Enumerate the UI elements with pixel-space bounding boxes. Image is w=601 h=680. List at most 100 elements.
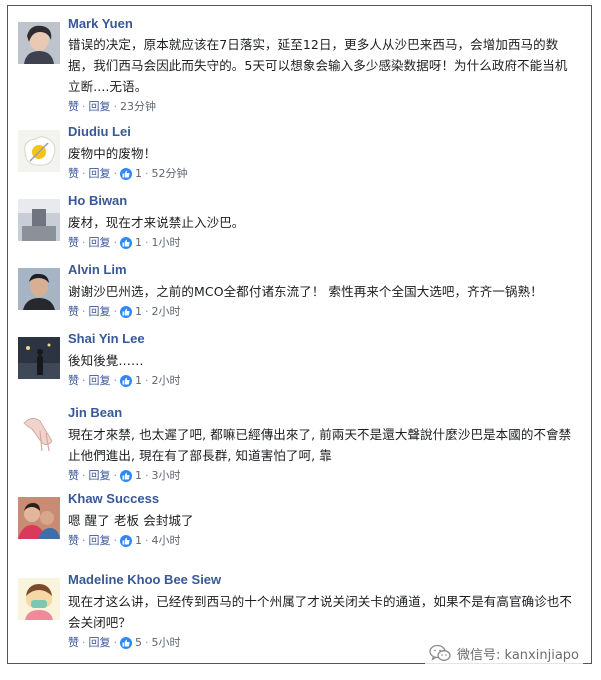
- comment-actions: 赞 · 回复 · 1 · 3小时: [68, 468, 579, 484]
- like-reaction-icon[interactable]: [120, 637, 132, 649]
- avatar-image: [18, 268, 60, 310]
- separator: ·: [113, 167, 118, 180]
- comment-text: 谢谢沙巴州选，之前的MCO全都付诸东流了！ 索性再来个全国大选吧，齐齐一锅熟！: [68, 284, 543, 299]
- avatar[interactable]: [18, 337, 60, 379]
- comment-text: 废物中的废物！: [68, 146, 157, 161]
- comment-text: 現在才來禁, 也太遲了吧, 都嘛已經傳出來了, 前兩天不是還大聲說什麼沙巴是本國…: [68, 427, 572, 463]
- commenter-name[interactable]: Jin Bean: [68, 405, 579, 421]
- avatar-image: [18, 337, 60, 379]
- separator: ·: [145, 469, 149, 482]
- like-count: 1: [135, 534, 142, 547]
- like-count: 5: [135, 636, 142, 649]
- timestamp[interactable]: 4小时: [152, 533, 181, 549]
- comment-text: 废材，现在才来说禁止入沙巴。: [68, 215, 245, 230]
- like-link[interactable]: 赞: [68, 468, 79, 484]
- comment-body: Diudiu Lei 废物中的废物！ 赞 · 回复 · 1 · 52分钟: [68, 124, 579, 182]
- reply-link[interactable]: 回复: [89, 166, 111, 182]
- separator: ·: [145, 636, 149, 649]
- separator: ·: [82, 636, 86, 649]
- separator: ·: [145, 374, 149, 387]
- wechat-icon: [429, 644, 451, 661]
- like-reaction-icon[interactable]: [120, 306, 132, 318]
- commenter-name[interactable]: Shai Yin Lee: [68, 331, 579, 347]
- like-count: 1: [135, 305, 142, 318]
- reply-link[interactable]: 回复: [89, 635, 111, 651]
- separator: ·: [113, 236, 118, 249]
- like-reaction-icon[interactable]: [120, 168, 132, 180]
- comment-body: Ho Biwan 废材，现在才来说禁止入沙巴。 赞 · 回复 · 1 · 1小时: [68, 193, 579, 251]
- like-link[interactable]: 赞: [68, 235, 79, 251]
- separator: ·: [145, 236, 149, 249]
- avatar[interactable]: [18, 268, 60, 310]
- separator: ·: [113, 374, 118, 387]
- commenter-name[interactable]: Ho Biwan: [68, 193, 579, 209]
- separator: ·: [145, 534, 149, 547]
- like-reaction-icon[interactable]: [120, 375, 132, 387]
- timestamp[interactable]: 23分钟: [120, 99, 156, 115]
- commenter-name[interactable]: Madeline Khoo Bee Siew: [68, 572, 579, 588]
- commenter-name[interactable]: Khaw Success: [68, 491, 579, 507]
- separator: ·: [82, 100, 86, 113]
- comment-actions: 赞 · 回复 · 1 · 1小时: [68, 235, 579, 251]
- avatar[interactable]: [18, 199, 60, 241]
- separator: ·: [145, 167, 149, 180]
- separator: ·: [82, 305, 86, 318]
- wechat-watermark: 微信号: kanxinjiapo: [425, 642, 583, 664]
- reply-link[interactable]: 回复: [89, 304, 111, 320]
- like-link[interactable]: 赞: [68, 166, 79, 182]
- like-count: 1: [135, 167, 142, 180]
- reply-link[interactable]: 回复: [89, 468, 111, 484]
- avatar-image: [18, 578, 60, 620]
- avatar[interactable]: [18, 578, 60, 620]
- comment-body: Shai Yin Lee 後知後覺…… 赞 · 回复 · 1 · 2小时: [68, 331, 579, 389]
- comment-text: 後知後覺……: [68, 353, 144, 368]
- reply-link[interactable]: 回复: [89, 373, 111, 389]
- comment-body: Jin Bean 現在才來禁, 也太遲了吧, 都嘛已經傳出來了, 前兩天不是還大…: [68, 405, 579, 484]
- avatar-image: [18, 22, 60, 64]
- comment-body: Madeline Khoo Bee Siew 现在才这么讲，已经传到西马的十个州…: [68, 572, 579, 651]
- watermark-label: 微信号: kanxinjiapo: [457, 647, 579, 663]
- separator: ·: [113, 534, 118, 547]
- comment-text: 嗯 醒了 老板 会封城了: [68, 513, 194, 528]
- commenter-name[interactable]: Alvin Lim: [68, 262, 579, 278]
- comment-body: Mark Yuen 错误的决定，原本就应该在7日落实，延至12日，更多人从沙巴来…: [68, 16, 579, 115]
- separator: ·: [145, 305, 149, 318]
- separator: ·: [113, 305, 118, 318]
- avatar[interactable]: [18, 497, 60, 539]
- separator: ·: [113, 100, 118, 113]
- avatar[interactable]: [18, 130, 60, 172]
- separator: ·: [82, 236, 86, 249]
- like-reaction-icon[interactable]: [120, 535, 132, 547]
- timestamp[interactable]: 3小时: [152, 468, 181, 484]
- timestamp[interactable]: 1小时: [152, 235, 181, 251]
- comment-actions: 赞 · 回复 · 23分钟: [68, 99, 579, 115]
- commenter-name[interactable]: Mark Yuen: [68, 16, 579, 32]
- reply-link[interactable]: 回复: [89, 235, 111, 251]
- separator: ·: [82, 469, 86, 482]
- avatar[interactable]: [18, 411, 60, 453]
- comment-text: 错误的决定，原本就应该在7日落实，延至12日，更多人从沙巴来西马，会增加西马的数…: [68, 37, 568, 94]
- separator: ·: [113, 636, 118, 649]
- avatar-image: [18, 497, 60, 539]
- comment-actions: 赞 · 回复 · 1 · 2小时: [68, 304, 579, 320]
- comment-body: Khaw Success 嗯 醒了 老板 会封城了 赞 · 回复 · 1 · 4…: [68, 491, 579, 549]
- like-link[interactable]: 赞: [68, 533, 79, 549]
- like-link[interactable]: 赞: [68, 99, 79, 115]
- separator: ·: [82, 167, 86, 180]
- timestamp[interactable]: 52分钟: [152, 166, 188, 182]
- like-count: 1: [135, 374, 142, 387]
- reply-link[interactable]: 回复: [89, 533, 111, 549]
- like-link[interactable]: 赞: [68, 304, 79, 320]
- timestamp[interactable]: 2小时: [152, 373, 181, 389]
- reply-link[interactable]: 回复: [89, 99, 111, 115]
- timestamp[interactable]: 2小时: [152, 304, 181, 320]
- timestamp[interactable]: 5小时: [152, 635, 181, 651]
- avatar[interactable]: [18, 22, 60, 64]
- like-link[interactable]: 赞: [68, 373, 79, 389]
- commenter-name[interactable]: Diudiu Lei: [68, 124, 579, 140]
- like-reaction-icon[interactable]: [120, 470, 132, 482]
- like-link[interactable]: 赞: [68, 635, 79, 651]
- like-reaction-icon[interactable]: [120, 237, 132, 249]
- like-count: 1: [135, 469, 142, 482]
- comment-text: 现在才这么讲，已经传到西马的十个州属了才说关闭关卡的通道，如果不是有高官确诊也不…: [68, 594, 573, 630]
